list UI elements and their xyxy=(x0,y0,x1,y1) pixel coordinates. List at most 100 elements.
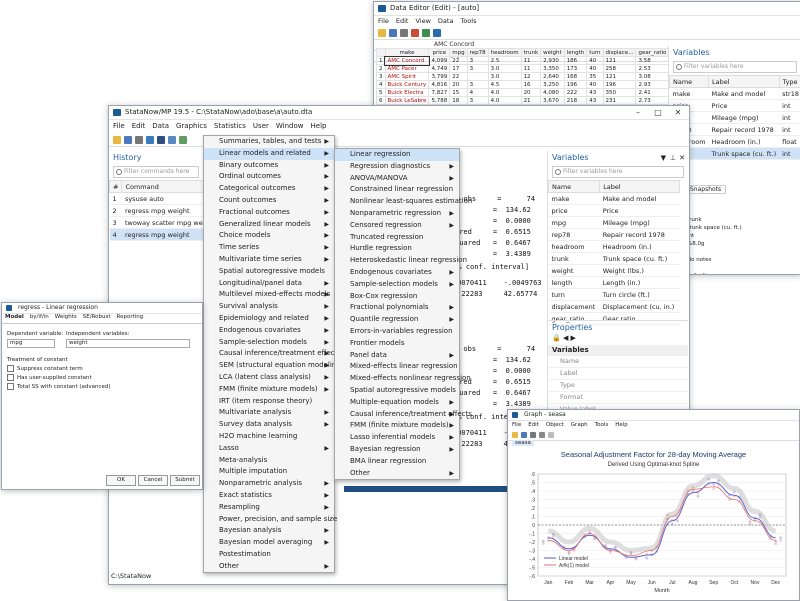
grid-column-header[interactable]: rep78 xyxy=(466,48,489,57)
grid-cell[interactable]: 35 xyxy=(586,72,604,81)
de-menu-edit[interactable]: Edit xyxy=(396,17,409,25)
grid-cell[interactable]: 2,640 xyxy=(540,72,565,81)
property-row[interactable]: Format xyxy=(548,392,688,404)
grid-cell[interactable]: 350 xyxy=(602,88,637,97)
statistics-menu-item[interactable]: Sample-selection models ▶ xyxy=(204,337,334,349)
grid-cell[interactable]: 40 xyxy=(586,64,604,73)
grid-cell[interactable]: 4 xyxy=(466,88,489,97)
statistics-menu-item[interactable]: Multilevel mixed-effects models ▶ xyxy=(204,289,334,301)
grid-cell[interactable]: 4,749 xyxy=(428,64,451,73)
statistics-menu-item[interactable]: Survival analysis ▶ xyxy=(204,301,334,313)
statistics-menu-item[interactable]: Meta-analysis xyxy=(204,455,334,467)
stata-menu-data[interactable]: Data xyxy=(152,122,169,130)
grid-column-header[interactable]: weight xyxy=(540,48,565,57)
print-icon[interactable] xyxy=(135,135,143,144)
statistics-menu-item[interactable]: Nonparametric analysis ▶ xyxy=(204,478,334,490)
independent-variables-field[interactable]: weight xyxy=(66,339,190,348)
grid-column-header[interactable]: mpg xyxy=(449,48,468,57)
variables-filter[interactable]: Filter variables here xyxy=(552,166,684,178)
variable-row[interactable]: length Length (in.) xyxy=(548,276,680,289)
statistics-menu-item[interactable]: FMM (finite mixture models) ▶ xyxy=(204,384,334,396)
graph-menu-tools[interactable]: Tools xyxy=(595,422,609,428)
de-menu-view[interactable]: View xyxy=(415,17,430,25)
viewer-icon[interactable] xyxy=(157,135,165,144)
grid-cell[interactable]: 4,080 xyxy=(540,88,565,97)
variable-row[interactable]: turn Turn circle (ft.) xyxy=(548,288,680,301)
checkbox[interactable] xyxy=(7,365,14,372)
stata-menu-graphics[interactable]: Graphics xyxy=(176,122,207,130)
grid-cell[interactable]: 4.0 xyxy=(487,96,522,105)
linear-menu-item[interactable]: Mixed-effects nonlinear regression xyxy=(335,373,471,385)
grid-column-header[interactable]: price xyxy=(428,48,451,57)
grid-cell[interactable]: 2 xyxy=(376,64,386,73)
grid-cell[interactable]: 11 xyxy=(520,56,542,65)
grid-cell[interactable]: 3 xyxy=(466,96,489,105)
dialog-checkbox-row[interactable]: Suppress constant term xyxy=(7,365,111,374)
linear-menu-item[interactable]: Constrained linear regression xyxy=(335,184,459,196)
statistics-menu-item[interactable]: LCA (latent class analysis) ▶ xyxy=(204,372,334,384)
grid-column-header[interactable]: displace... xyxy=(602,48,637,57)
grid-column-header[interactable]: turn xyxy=(586,48,604,57)
grid-cell[interactable]: 21 xyxy=(520,96,542,105)
property-row[interactable]: Label xyxy=(548,368,688,380)
grid-cell[interactable] xyxy=(466,72,489,81)
checkbox[interactable] xyxy=(7,383,14,390)
de-vars-row[interactable]: make Make and model str18 xyxy=(669,87,800,100)
statistics-menu-item[interactable]: Count outcomes ▶ xyxy=(204,195,334,207)
grid-cell[interactable]: 7,827 xyxy=(428,88,451,97)
grid-cell[interactable]: 3 xyxy=(466,80,489,89)
grid-cell[interactable]: 5,788 xyxy=(428,96,451,105)
stata-menu-statistics[interactable]: Statistics xyxy=(214,122,246,130)
linear-menu-item[interactable]: Quantile regression ▶ xyxy=(335,314,459,326)
grid-cell[interactable]: 4,099 xyxy=(428,56,451,65)
grid-cell[interactable]: AMC Spirit xyxy=(384,72,430,81)
grid-cell[interactable]: 222 xyxy=(563,88,588,97)
graph-menu-object[interactable]: Object xyxy=(546,422,564,428)
statistics-menu-item[interactable]: Ordinal outcomes ▶ xyxy=(204,171,334,183)
statistics-menu-item[interactable]: Binary outcomes ▶ xyxy=(204,160,334,172)
statistics-menu-item[interactable]: Lasso ▶ xyxy=(204,443,334,455)
linear-menu-item[interactable]: ANOVA/MANOVA ▶ xyxy=(335,173,459,185)
dialog-checkbox-row[interactable]: Total SS with constant (advanced) xyxy=(7,383,111,392)
linear-menu-item[interactable]: Regression diagnostics ▶ xyxy=(335,161,459,173)
history-column-header[interactable]: # xyxy=(109,180,123,193)
grid-cell[interactable]: 20 xyxy=(520,88,542,97)
linear-menu-item[interactable]: Multiple-equation models ▶ xyxy=(335,397,459,409)
grid-row[interactable]: 2 AMC Pacer 4,749 17 3 3.0 11 3,350 173 40 258 2.53… xyxy=(376,64,701,73)
linear-menu-item[interactable]: FMM (finite mixture models) ▶ xyxy=(335,420,459,432)
grid-cell[interactable]: 18 xyxy=(449,96,468,105)
grid-cell[interactable]: 121 xyxy=(602,72,637,81)
maximize-icon[interactable]: □ xyxy=(651,106,665,119)
linear-menu-item[interactable]: BMA linear regression xyxy=(335,456,459,468)
grid-row[interactable]: 5 Buick Electra 7,827 15 4 4.0 20 4,080 222 43 350… xyxy=(376,88,701,97)
dialog-tab-serobust[interactable]: SE/Robust xyxy=(83,314,111,320)
linear-menu-item[interactable]: Fractional polynomials ▶ xyxy=(335,302,459,314)
grid-cell[interactable]: 5 xyxy=(376,88,386,97)
statistics-menu-item[interactable]: Choice models ▶ xyxy=(204,230,334,242)
grid-cell[interactable]: 11 xyxy=(520,64,542,73)
undo-icon[interactable] xyxy=(548,432,554,438)
open-icon[interactable] xyxy=(378,29,386,37)
de-menu-data[interactable]: Data xyxy=(438,17,454,25)
minimize-icon[interactable]: – xyxy=(631,106,645,119)
grid-cell[interactable]: 2.5 xyxy=(487,56,522,65)
data-editor-titlebar[interactable]: Data Editor (Edit) - [auto] xyxy=(374,2,800,16)
statistics-menu-item[interactable]: Causal inference/treatment effects ▶ xyxy=(204,348,341,360)
linear-menu-item[interactable]: Truncated regression xyxy=(335,232,459,244)
grid-cell[interactable]: 196 xyxy=(563,80,588,89)
grid-cell[interactable]: 231 xyxy=(602,96,637,105)
variable-row[interactable]: make Make and model xyxy=(548,192,680,205)
statistics-menu-item[interactable]: IRT (item response theory) xyxy=(204,396,334,408)
print-icon[interactable] xyxy=(530,432,536,438)
grid-cell[interactable]: 2.41 xyxy=(635,88,670,97)
grid-cell[interactable]: 196 xyxy=(602,80,637,89)
stata-menu-help[interactable]: Help xyxy=(311,122,327,130)
de-vars-column-header[interactable]: Type xyxy=(778,75,800,88)
grid-column-header[interactable]: length xyxy=(563,48,588,57)
grid-cell[interactable]: 4 xyxy=(376,80,386,89)
grid-cell[interactable]: 2.73 xyxy=(635,96,670,105)
grid-cell[interactable]: 4,816 xyxy=(428,80,451,89)
stata-menu-file[interactable]: File xyxy=(113,122,125,130)
linear-menu-item[interactable]: Nonparametric regression ▶ xyxy=(335,208,459,220)
variable-row[interactable]: headroom Headroom (in.) xyxy=(548,240,680,253)
